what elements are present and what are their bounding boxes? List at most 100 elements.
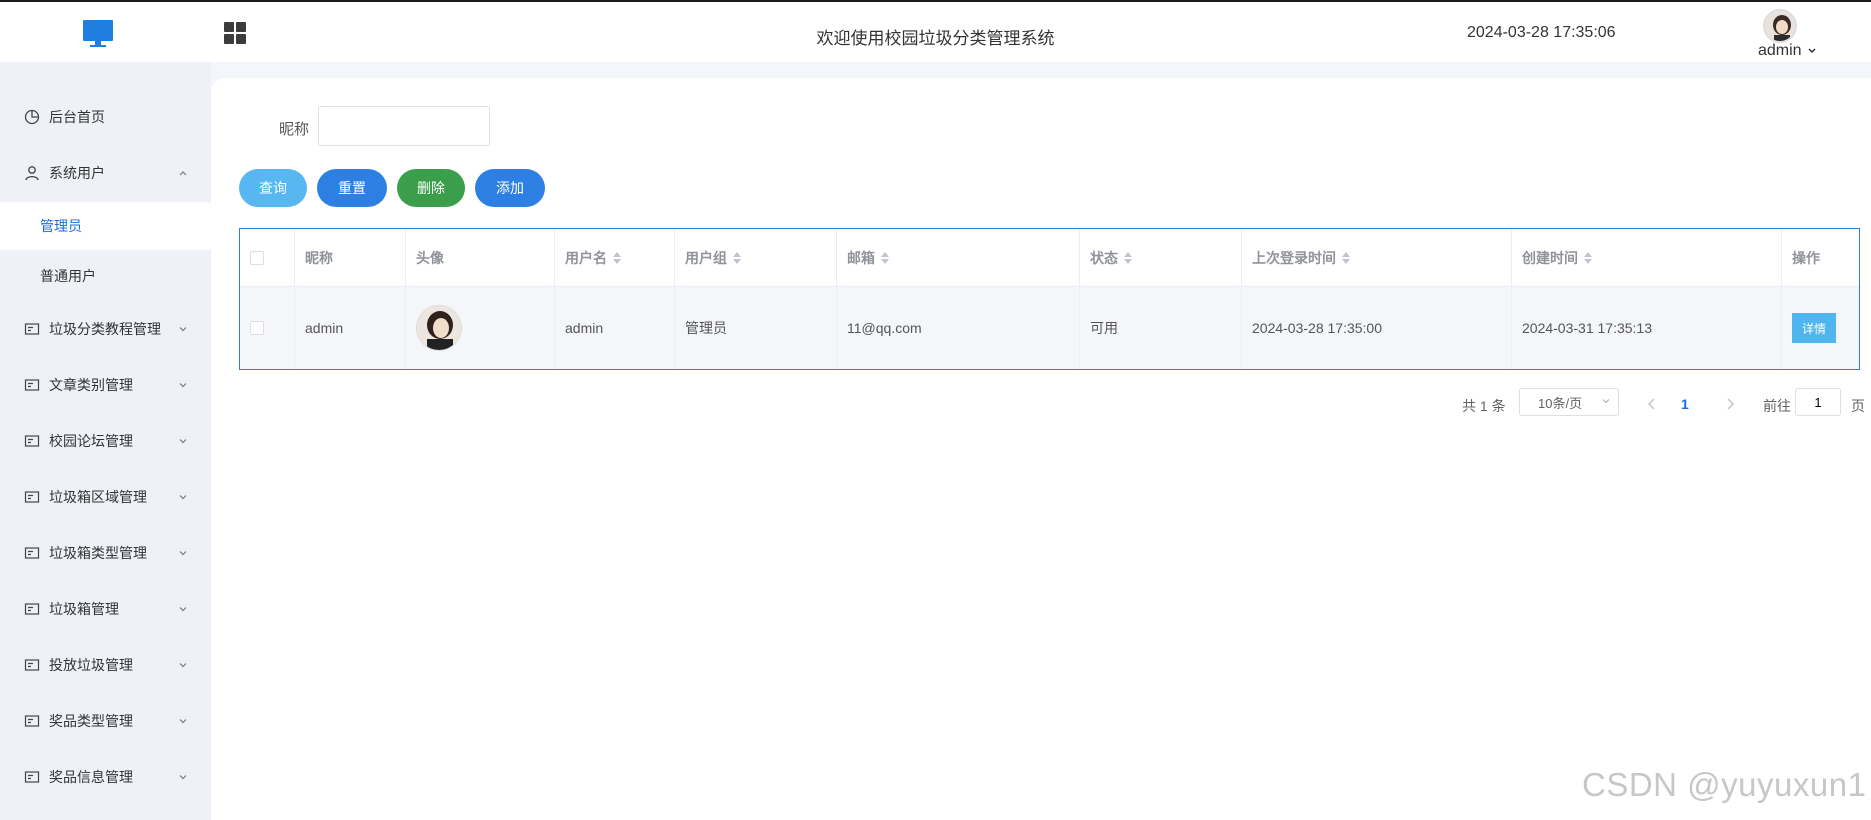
sidebar-subitem-normal-user[interactable]: 普通用户 <box>0 252 211 300</box>
sidebar-item-system-users[interactable]: 系统用户 <box>0 153 211 193</box>
list-card-icon <box>24 491 40 503</box>
cell-avatar <box>406 287 555 369</box>
cell-created: 2024-03-31 17:35:13 <box>1512 287 1782 369</box>
header-status: 状态 <box>1080 229 1242 286</box>
sidebar-item-8[interactable]: 奖品信息管理 <box>0 757 211 797</box>
header-label: 状态 <box>1090 249 1118 266</box>
prev-page-icon[interactable] <box>1642 394 1662 414</box>
table-header: 昵称 头像 用户名 用户组 邮箱 状态 上次登录时间 创建时间 操作 <box>240 229 1859 287</box>
chevron-down-icon <box>179 775 187 780</box>
reset-button[interactable]: 重置 <box>317 169 387 207</box>
table-row: admin admin 管理员 11@qq.com 可用 2024-03-28 … <box>240 287 1859 369</box>
page-suffix-label: 页 <box>1851 398 1865 414</box>
chevron-down-icon <box>179 607 187 612</box>
sidebar-item-3[interactable]: 垃圾箱区域管理 <box>0 477 211 517</box>
watermark-text: CSDN @yuyuxun1 <box>1582 766 1867 803</box>
sidebar-subitem-label: 管理员 <box>40 218 82 234</box>
pie-chart-icon <box>24 109 40 125</box>
nickname-label: 昵称 <box>279 121 310 138</box>
list-card-icon <box>24 603 40 615</box>
sidebar: 后台首页 系统用户 管理员 普通用户 垃圾分类教程管理 文章类别管理 校园论坛管… <box>0 62 211 820</box>
top-header: 欢迎使用校园垃圾分类管理系统 2024-03-28 17:35:06 admin <box>0 0 1871 62</box>
header-label: 昵称 <box>305 249 333 266</box>
sort-icon[interactable] <box>733 251 741 264</box>
header-label: 头像 <box>416 249 444 266</box>
header-label: 操作 <box>1792 249 1820 266</box>
list-card-icon <box>24 715 40 727</box>
row-checkbox[interactable] <box>250 321 264 335</box>
cell-status: 可用 <box>1080 287 1242 369</box>
list-card-icon <box>24 379 40 391</box>
chevron-down-icon <box>179 663 187 668</box>
cell-email: 11@qq.com <box>837 287 1080 369</box>
users-table: 昵称 头像 用户名 用户组 邮箱 状态 上次登录时间 创建时间 操作 admin… <box>239 228 1860 370</box>
list-card-icon <box>24 659 40 671</box>
sidebar-item-label: 奖品信息管理 <box>49 769 133 785</box>
sidebar-item-label: 垃圾箱区域管理 <box>49 489 147 505</box>
current-datetime: 2024-03-28 17:35:06 <box>1467 24 1616 41</box>
chevron-up-icon <box>179 171 187 176</box>
goto-page-input[interactable] <box>1795 388 1841 416</box>
user-avatar[interactable] <box>1763 9 1797 43</box>
sort-icon[interactable] <box>1342 251 1350 264</box>
header-group: 用户组 <box>675 229 837 286</box>
add-button[interactable]: 添加 <box>475 169 545 207</box>
sidebar-item-label: 垃圾箱类型管理 <box>49 545 147 561</box>
main-content: 昵称 查询 重置 删除 添加 昵称 头像 用户名 用户组 邮箱 状态 上次登录时… <box>211 78 1871 820</box>
header-nickname: 昵称 <box>295 229 406 286</box>
sort-icon[interactable] <box>613 251 621 264</box>
sidebar-item-2[interactable]: 校园论坛管理 <box>0 421 211 461</box>
sidebar-item-label: 投放垃圾管理 <box>49 657 133 673</box>
sort-icon[interactable] <box>1584 251 1592 264</box>
delete-button[interactable]: 删除 <box>397 169 465 207</box>
sidebar-item-home[interactable]: 后台首页 <box>0 97 211 137</box>
pagination-total: 共 1 条 <box>1462 398 1506 414</box>
chevron-down-icon <box>179 551 187 556</box>
sort-icon[interactable] <box>1124 251 1132 264</box>
sidebar-subitem-admin[interactable]: 管理员 <box>0 202 211 250</box>
sidebar-item-label: 垃圾箱管理 <box>49 601 119 617</box>
page-size-value: 10条/页 <box>1538 395 1583 411</box>
cell-group: 管理员 <box>675 287 837 369</box>
sidebar-item-5[interactable]: 垃圾箱管理 <box>0 589 211 629</box>
header-select-cell <box>240 229 295 286</box>
sidebar-subitem-label: 普通用户 <box>40 268 96 284</box>
row-avatar-image <box>416 305 462 351</box>
chevron-down-icon <box>179 439 187 444</box>
sidebar-item-6[interactable]: 投放垃圾管理 <box>0 645 211 685</box>
chevron-down-icon <box>179 383 187 388</box>
sidebar-item-4[interactable]: 垃圾箱类型管理 <box>0 533 211 573</box>
next-page-icon[interactable] <box>1720 394 1740 414</box>
page-number-current[interactable]: 1 <box>1681 396 1689 412</box>
sidebar-item-label: 奖品类型管理 <box>49 713 133 729</box>
page-size-select[interactable]: 10条/页 <box>1519 388 1619 416</box>
row-select-cell <box>240 287 295 369</box>
nickname-search-input[interactable] <box>318 106 490 146</box>
goto-label: 前往 <box>1763 398 1791 414</box>
sidebar-item-7[interactable]: 奖品类型管理 <box>0 701 211 741</box>
sidebar-item-0[interactable]: 垃圾分类教程管理 <box>0 309 211 349</box>
cell-nickname: admin <box>295 287 406 369</box>
query-button[interactable]: 查询 <box>239 169 307 207</box>
header-created: 创建时间 <box>1512 229 1782 286</box>
chevron-down-icon <box>179 719 187 724</box>
sidebar-item-1[interactable]: 文章类别管理 <box>0 365 211 405</box>
header-label: 邮箱 <box>847 249 875 266</box>
header-label: 上次登录时间 <box>1252 249 1336 266</box>
list-card-icon <box>24 323 40 335</box>
user-menu[interactable]: admin <box>1758 42 1816 60</box>
sidebar-item-label: 系统用户 <box>49 165 105 181</box>
sort-icon[interactable] <box>881 251 889 264</box>
sidebar-item-label: 垃圾分类教程管理 <box>49 321 161 337</box>
header-avatar: 头像 <box>406 229 555 286</box>
list-card-icon <box>24 547 40 559</box>
chevron-down-icon <box>1602 399 1610 404</box>
detail-button[interactable]: 详情 <box>1792 313 1836 343</box>
list-card-icon <box>24 435 40 447</box>
header-last-login: 上次登录时间 <box>1242 229 1512 286</box>
cell-username: admin <box>555 287 675 369</box>
header-label: 用户组 <box>685 249 727 266</box>
header-label: 用户名 <box>565 249 607 266</box>
select-all-checkbox[interactable] <box>250 250 264 265</box>
cell-action: 详情 <box>1782 287 1861 369</box>
